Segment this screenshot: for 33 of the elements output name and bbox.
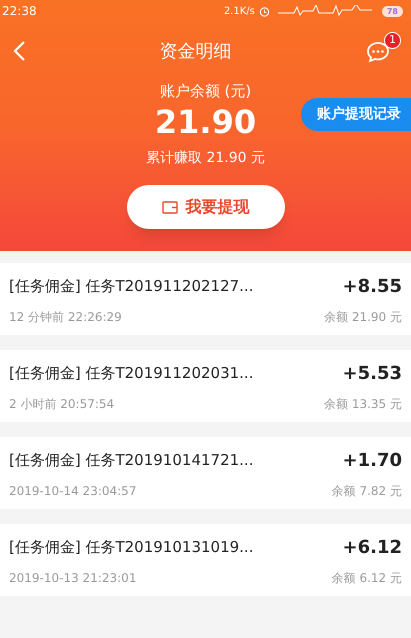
transaction-amount: +1.70 [342, 448, 402, 472]
balance-after: 余额 7.82 元 [332, 482, 402, 500]
alarm-icon [258, 6, 270, 16]
transaction-title: [任务佣金] 任务T201910141721... [9, 450, 254, 471]
notification-badge: 1 [384, 32, 401, 49]
transaction-time: 2019-10-14 23:04:57 [9, 482, 136, 500]
back-icon[interactable] [12, 40, 26, 62]
transaction-title: [任务佣金] 任务T201910131019... [9, 536, 254, 558]
total-earned: 累计赚取 21.90 元 [146, 149, 265, 168]
page-title: 资金明细 [160, 40, 232, 64]
transaction-amount: +5.53 [342, 362, 402, 386]
transaction-amount: +6.12 [342, 536, 402, 560]
balance-after: 余额 6.12 元 [332, 570, 402, 586]
transaction-card[interactable]: [任务佣金] 任务T201910141721... +1.70 2019-10-14 23:04:57 余额 7.82 元 [0, 437, 411, 509]
transaction-title: [任务佣金] 任务T201911202127... [9, 276, 254, 297]
transaction-time: 2019-10-13 21:23:01 [9, 570, 136, 586]
transaction-card[interactable]: [任务佣金] 任务T201910131019... +6.12 2019-10-13 21:23:01 余额 6.12 元 [0, 524, 411, 596]
wallet-icon [162, 200, 178, 214]
withdraw-button[interactable]: 我要提现 [126, 185, 284, 229]
transaction-card[interactable]: [任务佣金] 任务T201911202127... +8.55 12 分钟前 22:26:29 余额 21.90 元 [0, 263, 411, 335]
network-speed: 2.1K/s [224, 4, 255, 18]
status-time: 22:38 [2, 3, 37, 20]
balance-amount: 21.90 [154, 102, 256, 142]
transaction-title: [任务佣金] 任务T201911202031... [9, 362, 254, 384]
transaction-time: 2 小时前 20:57:54 [9, 396, 114, 412]
balance-label: 账户余额 (元) [160, 81, 252, 102]
balance-after: 余额 21.90 元 [324, 308, 402, 326]
chat-icon[interactable] [365, 40, 391, 64]
transaction-card[interactable]: [任务佣金] 任务T201911202031... +5.53 2 小时前 20:57:54 余额 13.35 元 [0, 350, 411, 422]
balance-after: 余额 13.35 元 [324, 396, 402, 412]
transaction-time: 12 分钟前 22:26:29 [9, 308, 122, 326]
battery-indicator: 78 [382, 6, 403, 16]
transaction-amount: +8.55 [342, 274, 402, 298]
